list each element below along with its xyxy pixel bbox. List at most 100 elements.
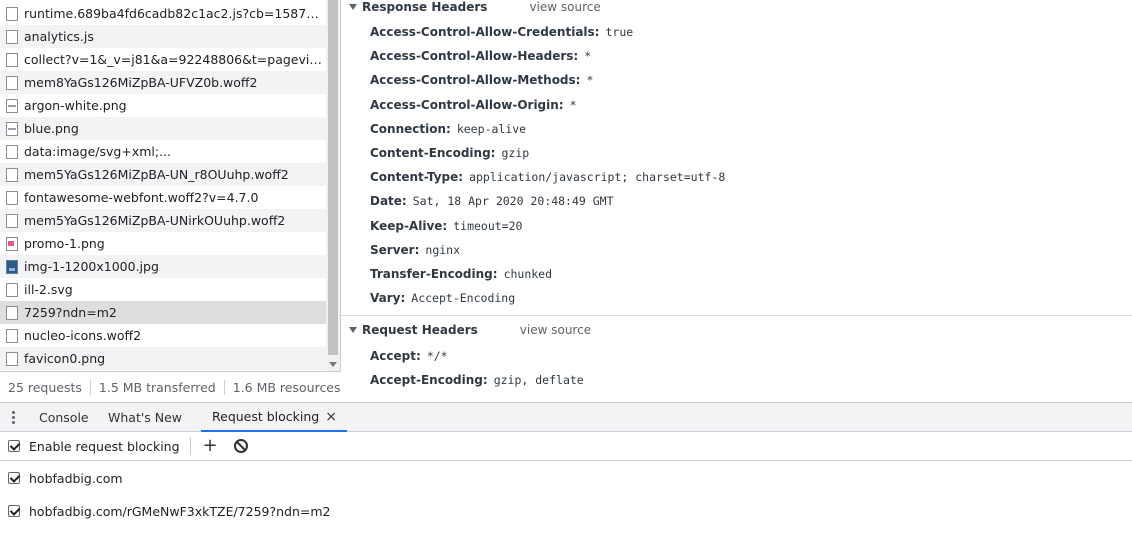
- request-row[interactable]: argon-white.png: [0, 94, 326, 117]
- request-name: mem8YaGs126MiZpBA-UFVZ0b.woff2: [24, 75, 258, 90]
- header-name: Access-Control-Allow-Credentials:: [370, 25, 600, 39]
- header-value: gzip, deflate: [493, 373, 584, 388]
- request-row[interactable]: promo-1.png: [0, 232, 326, 255]
- header-value: chunked: [503, 267, 553, 281]
- request-row[interactable]: mem8YaGs126MiZpBA-UFVZ0b.woff2: [0, 71, 326, 94]
- request-name: ill-2.svg: [24, 282, 73, 297]
- photo-icon: [6, 259, 18, 274]
- request-list: runtime.689ba4fd6cadb82c1ac2.js?cb=15872…: [0, 0, 326, 371]
- enable-request-blocking-label: Enable request blocking: [29, 438, 180, 454]
- header-value: *: [569, 97, 577, 112]
- add-pattern-icon[interactable]: +: [203, 437, 218, 455]
- header-value: true: [605, 25, 634, 39]
- header-row: Access-Control-Allow-Headers: *: [370, 46, 591, 66]
- request-row[interactable]: blue.png: [0, 117, 326, 140]
- request-row[interactable]: img-1-1200x1000.jpg: [0, 255, 326, 278]
- request-name: favicon0.png: [24, 351, 106, 366]
- request-row[interactable]: runtime.689ba4fd6cadb82c1ac2.js?cb=15872…: [0, 2, 326, 25]
- request-row[interactable]: mem5YaGs126MiZpBA-UN_r8OUuhp.woff2: [0, 163, 326, 186]
- document-icon: [6, 190, 18, 205]
- document-icon: [6, 167, 18, 182]
- request-name: analytics.js: [24, 29, 94, 44]
- request-row[interactable]: data:image/svg+xml;...: [0, 140, 326, 163]
- tab-console[interactable]: Console: [39, 403, 89, 432]
- request-row[interactable]: collect?v=1&_v=j81&a=92248806&t=pageview…: [0, 48, 326, 71]
- document-icon: [6, 6, 18, 21]
- document-icon: [6, 29, 18, 44]
- document-icon: [6, 282, 18, 297]
- request-name: blue.png: [24, 121, 79, 136]
- request-row[interactable]: ill-2.svg: [0, 278, 326, 301]
- pattern-checkbox[interactable]: [8, 505, 20, 517]
- request-name: runtime.689ba4fd6cadb82c1ac2.js?cb=15872…: [24, 6, 324, 21]
- header-name: Access-Control-Allow-Headers:: [370, 49, 579, 64]
- request-blocking-toolbar: Enable request blocking +: [0, 432, 1132, 461]
- scroll-down-arrow-icon[interactable]: [329, 362, 337, 367]
- expand-caret-icon[interactable]: [349, 4, 357, 10]
- network-top-area: runtime.689ba4fd6cadb82c1ac2.js?cb=15872…: [0, 0, 1132, 402]
- remove-all-patterns-icon[interactable]: [233, 439, 248, 453]
- request-view-source-link[interactable]: view source: [520, 323, 591, 337]
- header-row: Accept: */*: [370, 346, 448, 366]
- header-value: gzip: [501, 146, 530, 160]
- header-row: Content-Encoding: gzip: [370, 143, 529, 163]
- document-icon: [6, 328, 18, 343]
- request-row[interactable]: nucleo-icons.woff2: [0, 324, 326, 347]
- document-icon: [6, 75, 18, 90]
- network-summary-bar: 25 requests 1.5 MB transferred 1.6 MB re…: [0, 371, 341, 402]
- header-name: Server:: [370, 242, 420, 257]
- scrollbar-thumb[interactable]: [328, 0, 338, 355]
- header-row: Keep-Alive: timeout=20: [370, 216, 522, 236]
- header-value: */*: [426, 349, 448, 363]
- request-name: img-1-1200x1000.jpg: [24, 259, 159, 274]
- response-view-source-link[interactable]: view source: [529, 0, 600, 14]
- enable-request-blocking-checkbox[interactable]: [8, 440, 20, 452]
- drawer-menu-icon[interactable]: [12, 411, 16, 425]
- header-row: Access-Control-Allow-Methods: *: [370, 70, 593, 90]
- response-headers-section-toggle[interactable]: Response Headers view source: [341, 0, 1132, 18]
- blocked-pattern-row[interactable]: hobfadbig.com: [0, 463, 1132, 493]
- response-headers-title: Response Headers: [362, 0, 488, 14]
- header-name: Accept:: [370, 349, 421, 363]
- request-row[interactable]: fontawesome-webfont.woff2?v=4.7.0: [0, 186, 326, 209]
- close-tab-icon[interactable]: ×: [325, 409, 337, 425]
- request-row[interactable]: 7259?ndn=m2: [0, 301, 326, 324]
- document-icon: [6, 305, 18, 320]
- header-value: keep-alive: [456, 121, 527, 136]
- header-row: Access-Control-Allow-Credentials: true: [370, 22, 633, 42]
- tab-whats-new[interactable]: What's New: [108, 403, 182, 432]
- request-name: data:image/svg+xml;...: [24, 144, 172, 159]
- expand-caret-icon[interactable]: [349, 327, 357, 333]
- header-value: application/javascript; charset=utf-8: [469, 170, 726, 185]
- request-list-pane: runtime.689ba4fd6cadb82c1ac2.js?cb=15872…: [0, 0, 341, 402]
- tab-label: What's New: [108, 410, 183, 425]
- tab-request-blocking[interactable]: Request blocking ×: [201, 403, 347, 432]
- header-name: Access-Control-Allow-Origin:: [370, 97, 564, 112]
- image-icon: [6, 98, 18, 113]
- transferred-size: 1.5 MB transferred: [89, 379, 224, 395]
- header-row: Vary: Accept-Encoding: [370, 288, 515, 308]
- request-row[interactable]: analytics.js: [0, 25, 326, 48]
- header-value: *: [586, 73, 594, 88]
- document-icon: [6, 213, 18, 228]
- request-headers-title: Request Headers: [362, 323, 478, 337]
- pattern-text: hobfadbig.com/rGMeNwF3xkTZE/7259?ndn=m2: [29, 503, 331, 519]
- request-headers-section-toggle[interactable]: Request Headers view source: [341, 319, 1132, 341]
- header-value: *: [584, 49, 592, 64]
- image-icon: [6, 121, 18, 136]
- tab-label: Request blocking: [212, 409, 320, 424]
- request-name: mem5YaGs126MiZpBA-UNirkOUuhp.woff2: [24, 213, 286, 228]
- header-name: Content-Encoding:: [370, 146, 496, 160]
- toolbar-divider: [189, 437, 191, 455]
- pattern-text: hobfadbig.com: [29, 470, 123, 486]
- request-name: mem5YaGs126MiZpBA-UN_r8OUuhp.woff2: [24, 167, 289, 182]
- pattern-checkbox[interactable]: [8, 472, 20, 484]
- tab-label: Console: [39, 410, 89, 425]
- header-name: Date:: [370, 194, 407, 209]
- request-name: collect?v=1&_v=j81&a=92248806&t=pageview…: [24, 52, 324, 67]
- request-list-scrollbar[interactable]: [326, 0, 340, 371]
- blocked-pattern-row[interactable]: hobfadbig.com/rGMeNwF3xkTZE/7259?ndn=m2: [0, 496, 1132, 526]
- request-row[interactable]: favicon0.png: [0, 347, 326, 370]
- requests-count: 25 requests: [8, 379, 82, 395]
- request-row[interactable]: mem5YaGs126MiZpBA-UNirkOUuhp.woff2: [0, 209, 326, 232]
